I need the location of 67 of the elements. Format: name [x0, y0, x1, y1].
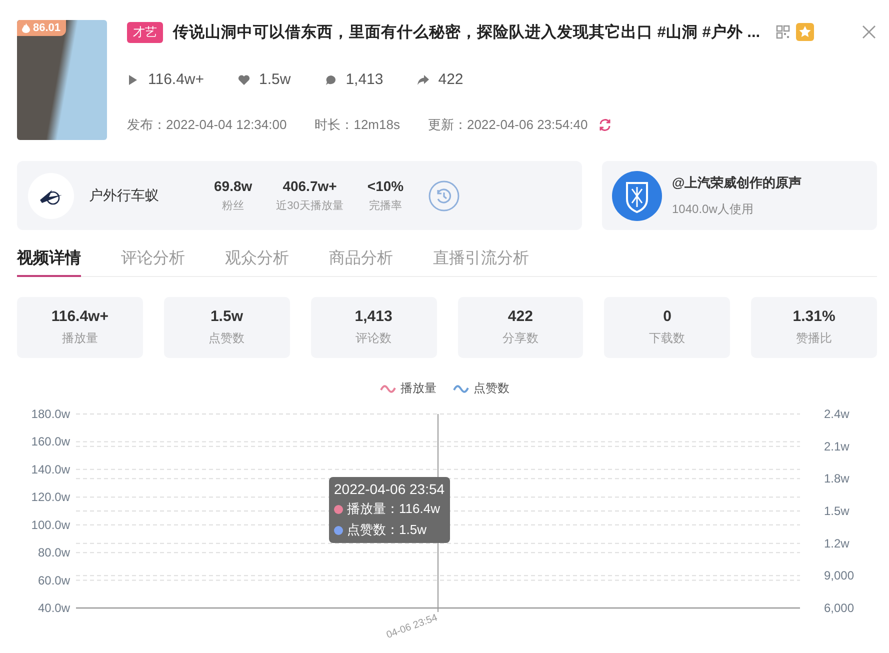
axis-label: 1.8w — [824, 472, 850, 486]
axis-label: 60.0w — [38, 573, 70, 588]
tab[interactable]: 视频详情 — [17, 248, 81, 277]
axis-label: 9,000 — [824, 568, 854, 583]
summary-value: 1,413 — [354, 308, 392, 325]
summary-label: 下载数 — [649, 330, 686, 347]
meta-text: 更新：2022-04-06 23:54:40 — [428, 116, 588, 134]
axis-label: 04-06 23:54 — [385, 612, 440, 642]
axis-label: 2.1w — [824, 439, 850, 454]
close-icon[interactable] — [862, 25, 876, 39]
music-usage: 1040.0w人使用 — [672, 200, 754, 218]
stat-value: 1,413 — [346, 71, 384, 88]
axis-label: 140.0w — [31, 462, 70, 476]
summary-value: 1.31% — [792, 308, 836, 325]
meta-text: 发布：2022-04-04 12:34:00 — [127, 116, 287, 134]
summary-label: 赞播比 — [796, 330, 832, 347]
qr-code-icon[interactable] — [776, 25, 790, 39]
category-tag: 才艺 — [127, 22, 163, 42]
axis-label: 2.4w — [824, 407, 850, 421]
stat-value: 422 — [438, 71, 464, 88]
metric-value: 69.8w — [214, 178, 252, 194]
summary-value: 422 — [508, 308, 533, 325]
score-badge: 86.01 — [17, 20, 66, 36]
axis-label: 100.0w — [31, 518, 70, 532]
emblem-avatar-icon — [612, 170, 662, 220]
axis-label: 120.0w — [31, 490, 70, 504]
metric-value: 406.7w+ — [282, 178, 337, 194]
play-icon — [127, 74, 139, 86]
metric-label: 完播率 — [368, 198, 402, 213]
stat-value: 116.4w+ — [148, 71, 204, 88]
tooltip-value: 点赞数：1.5w — [347, 521, 426, 539]
axis-label: 1.5w — [824, 504, 850, 518]
legend-label[interactable]: 点赞数 — [474, 380, 510, 397]
axis-label: 6,000 — [824, 601, 854, 615]
metric-label: 粉丝 — [222, 199, 244, 213]
legend-label[interactable]: 播放量 — [400, 380, 436, 397]
axis-label: 1.2w — [824, 536, 850, 550]
tab[interactable]: 商品分析 — [329, 248, 393, 277]
summary-value: 1.5w — [210, 308, 243, 325]
refresh-icon[interactable] — [598, 118, 612, 132]
tab[interactable]: 直播引流分析 — [433, 248, 529, 277]
metric-label: 近30天播放量 — [276, 199, 344, 213]
axis-label: 180.0w — [31, 407, 70, 421]
history-icon[interactable] — [428, 180, 460, 212]
tooltip-value: 播放量：116.4w — [347, 500, 440, 518]
logo-avatar-icon — [28, 172, 74, 218]
meta-text: 时长：12m18s — [314, 116, 400, 134]
comment-icon — [324, 74, 337, 86]
share-icon — [417, 74, 430, 86]
tooltip-title: 2022-04-06 23:54 — [334, 481, 445, 497]
summary-label: 评论数 — [356, 330, 392, 347]
summary-label: 点赞数 — [208, 330, 245, 347]
axis-label: 160.0w — [31, 434, 70, 449]
heart-icon — [238, 74, 250, 86]
music-title: @上汽荣威创作的原声 — [672, 174, 802, 192]
summary-value: 0 — [663, 308, 672, 325]
summary-label: 播放量 — [62, 330, 98, 347]
summary-label: 分享数 — [502, 330, 538, 347]
author-name: 户外行车蚁 — [89, 186, 160, 204]
axis-label: 40.0w — [38, 601, 70, 615]
summary-value: 116.4w+ — [51, 308, 108, 325]
tab[interactable]: 评论分析 — [121, 248, 185, 277]
axis-label: 80.0w — [38, 546, 70, 560]
video-title: 传说山洞中可以借东西，里面有什么秘密，探险队进入发现其它出口 #山洞 #户外 ... — [173, 22, 760, 42]
tab[interactable]: 观众分析 — [225, 248, 289, 277]
metric-value: <10% — [367, 178, 404, 194]
stat-value: 1.5w — [259, 71, 291, 88]
